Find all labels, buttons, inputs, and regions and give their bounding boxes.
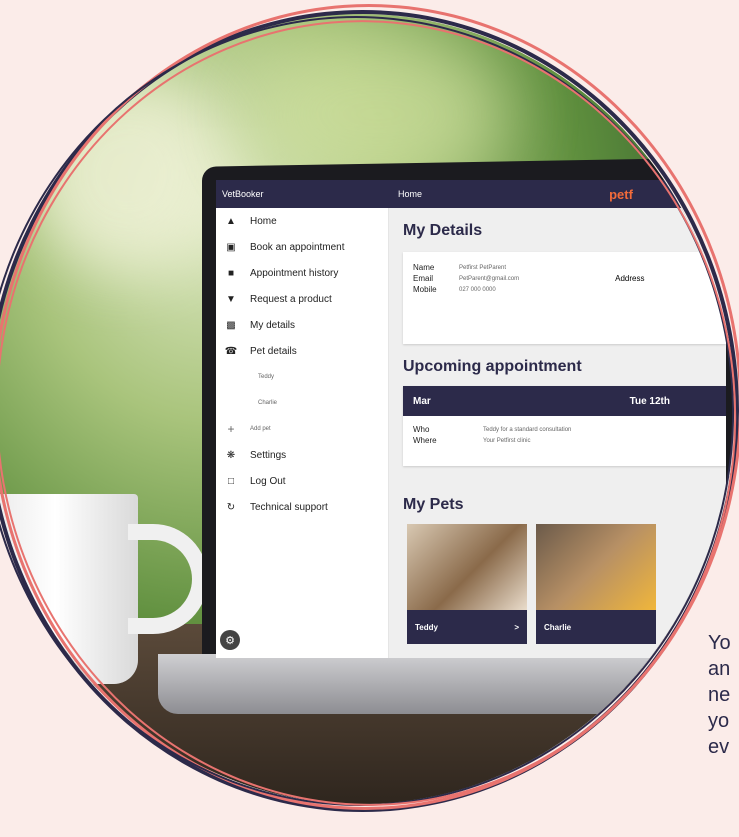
pet-name-charlie: Charlie (544, 622, 572, 632)
name-label: Name (413, 263, 435, 272)
sidebar-item-request[interactable]: ▼ Request a product (216, 286, 388, 312)
my-pets-title: My Pets (403, 496, 464, 513)
address-label: Address (615, 274, 645, 283)
settings-gear-icon[interactable]: ⚙ (220, 630, 240, 650)
mug-handle (128, 524, 208, 634)
top-bar: VetBooker Home petf (216, 180, 726, 208)
upcoming-appointment-title: Upcoming appointment (403, 358, 582, 375)
appointment-month: Mar (413, 395, 431, 407)
side-caption: Yo an ne yo ev (708, 632, 731, 758)
who-label: Who (413, 425, 430, 434)
id-card-icon: ▩ (226, 319, 236, 331)
logout-icon: □ (227, 475, 235, 487)
sidebar-item-support[interactable]: ↻ Technical support (216, 494, 388, 520)
brand-name: VetBooker (222, 189, 264, 199)
my-details-title: My Details (403, 222, 483, 239)
sidebar-item-history[interactable]: ■ Appointment history (216, 260, 388, 286)
sidebar-item-add-pet[interactable]: + Add pet (216, 416, 388, 442)
pet-icon: ☎ (224, 345, 238, 357)
appointment-card[interactable]: Mar Tue 12th Who Teddy for a standard cons… (403, 386, 726, 466)
pet-name-teddy: Teddy (415, 622, 438, 632)
chevron-right-icon: > (514, 622, 519, 632)
email-label: Email (413, 274, 434, 283)
sidebar-pet-teddy[interactable]: Teddy (216, 364, 388, 390)
home-icon: ▲ (226, 215, 236, 227)
laptop-base (158, 654, 718, 714)
sidebar-item-book[interactable]: ▣ Book an appointment (216, 234, 388, 260)
laptop-screen: VetBooker Home petf ▲ Home ▣ Book an appoi… (216, 180, 726, 658)
coffee-mug (0, 494, 138, 684)
sidebar-item-logout[interactable]: □ Log Out (216, 468, 388, 494)
support-icon: ↻ (226, 501, 236, 513)
plus-icon: + (227, 422, 235, 436)
sidebar-item-settings[interactable]: ❋ Settings (216, 442, 388, 468)
name-value: Petfirst PetParent (459, 264, 507, 271)
mobile-value: 027 000 0000 (459, 286, 496, 293)
sidebar: ▲ Home ▣ Book an appointment ■ Appointment … (216, 208, 389, 658)
sidebar-item-pet-details[interactable]: ☎ Pet details (216, 338, 388, 364)
email-value: PetParent@gmail.com (459, 275, 520, 282)
sidebar-item-my-details[interactable]: ▩ My details (216, 312, 388, 338)
gear-icon: ❋ (226, 449, 236, 461)
petfirst-logo: petf (609, 186, 633, 202)
details-card: Name Petfirst PetParent Email PetParent@gm… (403, 252, 726, 344)
where-label: Where (413, 436, 437, 445)
appointment-date: Tue 12th (629, 395, 670, 407)
pet-card-charlie[interactable]: Charlie (536, 524, 656, 644)
history-icon: ■ (227, 267, 235, 279)
mobile-label: Mobile (413, 285, 437, 294)
breadcrumb: Home (398, 189, 423, 199)
charlie-photo (536, 524, 656, 610)
pet-card-teddy[interactable]: Teddy > (407, 524, 527, 644)
teddy-photo (407, 524, 527, 610)
sidebar-item-home[interactable]: ▲ Home (216, 208, 388, 234)
where-value: Your Petfirst clinic (483, 437, 531, 444)
main-content: My Details Name Petfirst PetParent Email P… (389, 208, 726, 658)
photo-background: VetBooker Home petf ▲ Home ▣ Book an appoi… (0, 14, 733, 804)
calendar-icon: ▣ (226, 241, 236, 253)
basket-icon: ▼ (226, 293, 236, 305)
sidebar-pet-charlie[interactable]: Charlie (216, 390, 388, 416)
who-value: Teddy for a standard consultation (483, 426, 572, 433)
